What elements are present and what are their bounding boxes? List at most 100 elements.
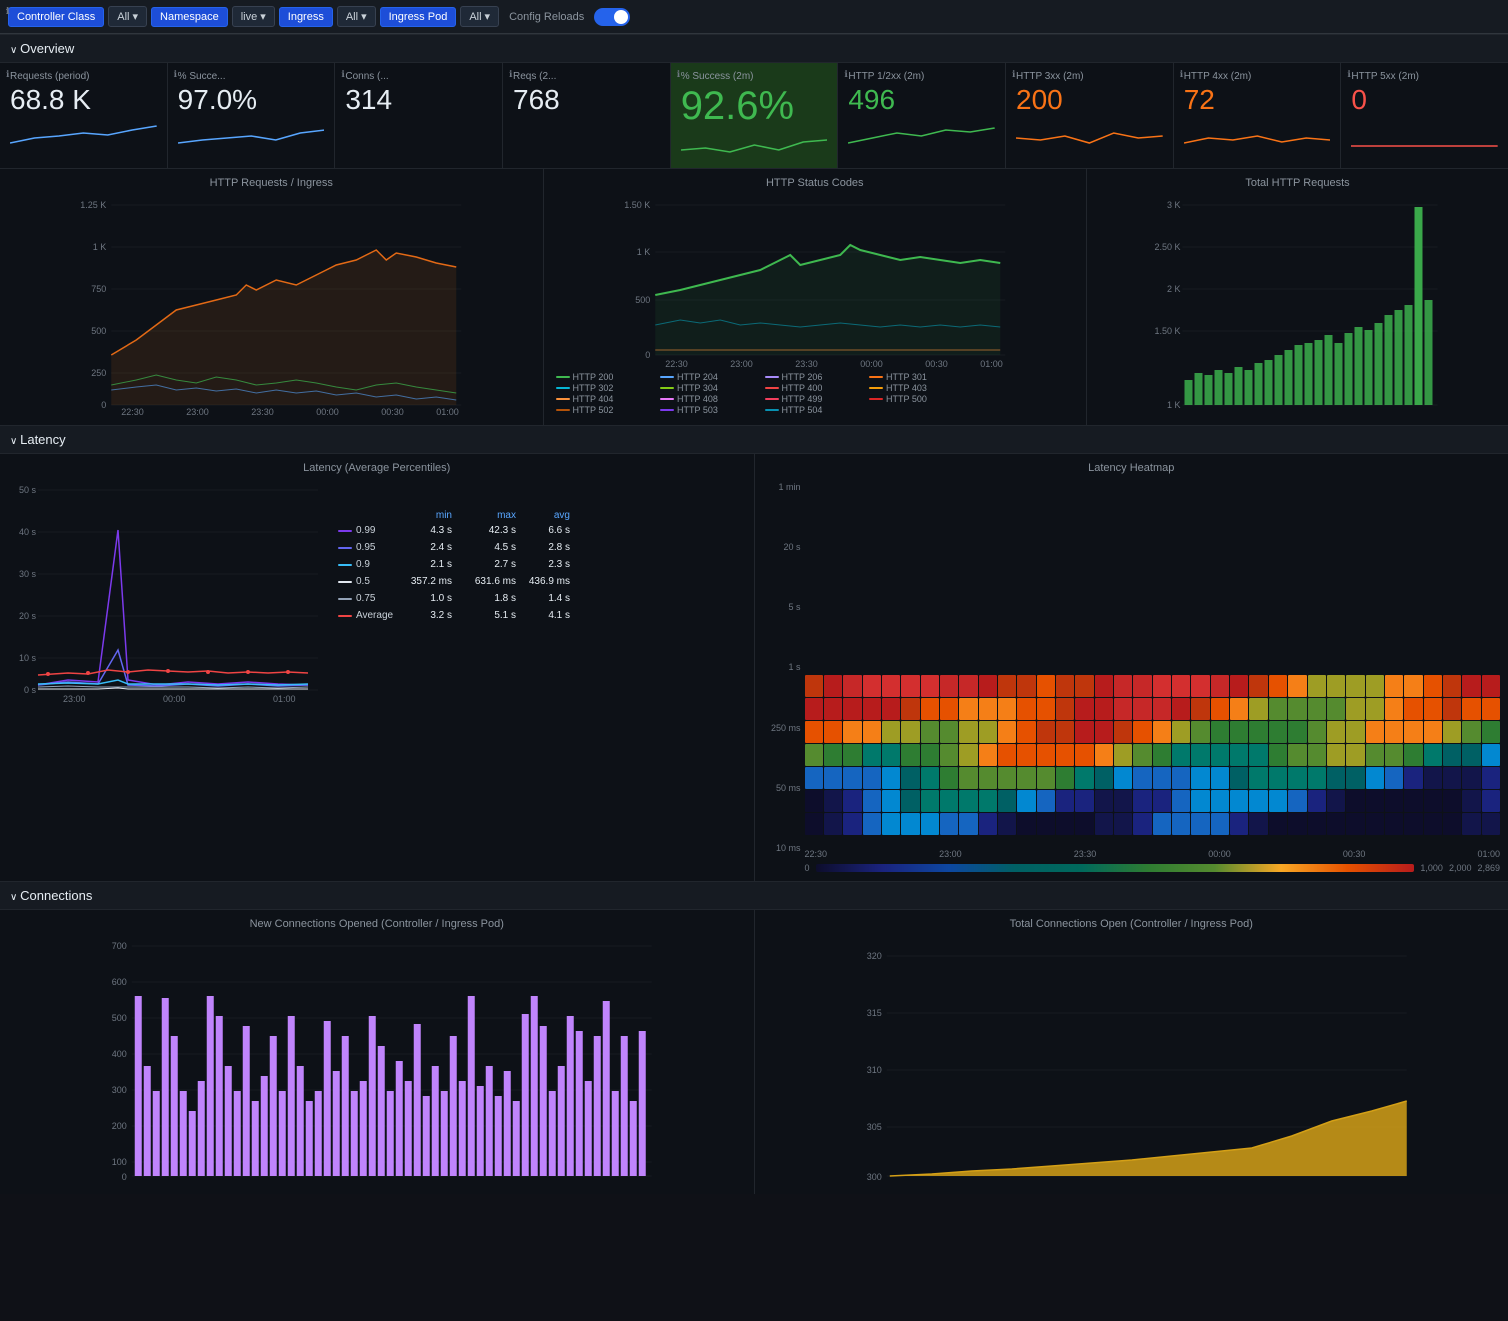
heatmap-cell: [863, 698, 881, 720]
heatmap-cell: [1308, 813, 1326, 835]
svg-text:250: 250: [91, 368, 106, 378]
heatmap-cell: [1404, 813, 1422, 835]
stat-card-reqs-2m: ℹ Reqs (2... 768: [503, 63, 671, 168]
filter-bar: Controller Class All ▾ Namespace live ▾ …: [0, 0, 1508, 34]
heatmap-cell: [1017, 744, 1035, 766]
info-icon: ℹ: [6, 69, 9, 80]
svg-text:1.25 K: 1.25 K: [80, 200, 106, 210]
heatmap-cell: [1249, 675, 1267, 697]
config-reloads-toggle[interactable]: [594, 8, 630, 26]
heatmap-cell: [843, 767, 861, 789]
heatmap-cell: [1211, 767, 1229, 789]
stat-card-requests-period: ℹ Requests (period) 68.8 K: [0, 63, 168, 168]
svg-text:22:30: 22:30: [121, 407, 144, 415]
svg-text:01:00: 01:00: [980, 359, 1003, 369]
heatmap-cell: [1114, 698, 1132, 720]
controller-class-value[interactable]: All ▾: [108, 6, 147, 27]
heatmap-cell: [1056, 744, 1074, 766]
heatmap-cell: [882, 698, 900, 720]
heatmap-cell: [1443, 813, 1461, 835]
heatmap-cell: [1191, 813, 1209, 835]
heatmap-cell: [1366, 767, 1384, 789]
heatmap-cell: [1095, 698, 1113, 720]
ingress-value[interactable]: All ▾: [337, 6, 376, 27]
heatmap-cell: [1404, 698, 1422, 720]
controller-class-filter[interactable]: Controller Class: [8, 7, 104, 27]
heatmap-cell: [843, 813, 861, 835]
heatmap-cell: [882, 721, 900, 743]
heatmap-cell: [1308, 675, 1326, 697]
heatmap-cell: [1385, 813, 1403, 835]
heatmap-cell: [1230, 698, 1248, 720]
heatmap-cell: [1443, 744, 1461, 766]
heatmap-cell: [1249, 813, 1267, 835]
charts-row-1: ℹ HTTP Requests / Ingress 1.25 K 1 K 750…: [0, 169, 1508, 425]
heatmap-cell: [1385, 675, 1403, 697]
heatmap-cell: [1346, 675, 1364, 697]
stat-card-pct-success-2m: ℹ % Success (2m) 92.6%: [671, 63, 839, 168]
heatmap-cell: [1191, 767, 1209, 789]
namespace-filter[interactable]: Namespace: [151, 7, 228, 27]
heatmap-cell: [1288, 675, 1306, 697]
latency-section-header[interactable]: Latency: [0, 425, 1508, 454]
heatmap-cell: [1482, 767, 1500, 789]
heatmap-cell: [1327, 813, 1345, 835]
heatmap-cell: [959, 790, 977, 812]
ingress-pod-filter[interactable]: Ingress Pod: [380, 7, 457, 27]
namespace-value[interactable]: live ▾: [232, 6, 275, 27]
heatmap-cell: [1230, 813, 1248, 835]
svg-text:500: 500: [635, 295, 650, 305]
heatmap-cell: [882, 813, 900, 835]
heatmap-cell: [1017, 698, 1035, 720]
heatmap-cell: [979, 767, 997, 789]
heatmap-cell: [1366, 790, 1384, 812]
heatmap-cell: [901, 698, 919, 720]
overview-section-header[interactable]: Overview: [0, 34, 1508, 63]
heatmap-cell: [1056, 698, 1074, 720]
heatmap-cell: [1462, 744, 1480, 766]
ingress-filter[interactable]: Ingress: [279, 7, 333, 27]
heatmap-cell: [1211, 675, 1229, 697]
heatmap-cell: [1133, 813, 1151, 835]
svg-text:01:00: 01:00: [436, 407, 459, 415]
heatmap-cell: [1288, 767, 1306, 789]
svg-text:0: 0: [101, 400, 106, 410]
heatmap-cell: [1037, 767, 1055, 789]
heatmap-cell: [979, 813, 997, 835]
heatmap-cell: [1056, 790, 1074, 812]
heatmap-cell: [1191, 675, 1209, 697]
stat-card-http-12xx: ℹ HTTP 1/2xx (2m) 496: [838, 63, 1006, 168]
heatmap-cell: [843, 675, 861, 697]
heatmap-cell: [1211, 790, 1229, 812]
heatmap-cell: [959, 813, 977, 835]
heatmap-cell: [1482, 698, 1500, 720]
heatmap-cell: [1230, 721, 1248, 743]
heatmap-cell: [1327, 790, 1345, 812]
heatmap-cell: [1153, 721, 1171, 743]
heatmap-cell: [1443, 767, 1461, 789]
heatmap-cell: [1269, 790, 1287, 812]
heatmap-cell: [1075, 744, 1093, 766]
svg-text:30 s: 30 s: [19, 569, 37, 579]
heatmap-cell: [940, 675, 958, 697]
heatmap-cell: [882, 767, 900, 789]
heatmap-cell: [1424, 744, 1442, 766]
heatmap-cell: [940, 698, 958, 720]
heatmap-cell: [1424, 698, 1442, 720]
heatmap-cell: [1346, 744, 1364, 766]
connections-section-header[interactable]: Connections: [0, 881, 1508, 910]
svg-text:00:30: 00:30: [925, 359, 948, 369]
heatmap-cell: [1288, 744, 1306, 766]
heatmap-cell: [959, 767, 977, 789]
heatmap-cell: [805, 767, 823, 789]
heatmap-cell: [921, 767, 939, 789]
info-icon-total-conn: ℹ: [6, 6, 9, 17]
latency-row: ℹ Latency (Average Percentiles) 50 s 40 …: [0, 454, 1508, 881]
heatmap-cell: [863, 790, 881, 812]
heatmap-cell: [1037, 721, 1055, 743]
ingress-pod-value[interactable]: All ▾: [460, 6, 499, 27]
heatmap-cell: [1133, 721, 1151, 743]
info-icon-2: ℹ: [174, 69, 177, 80]
svg-text:0: 0: [122, 1172, 127, 1182]
svg-text:22:30: 22:30: [665, 359, 688, 369]
